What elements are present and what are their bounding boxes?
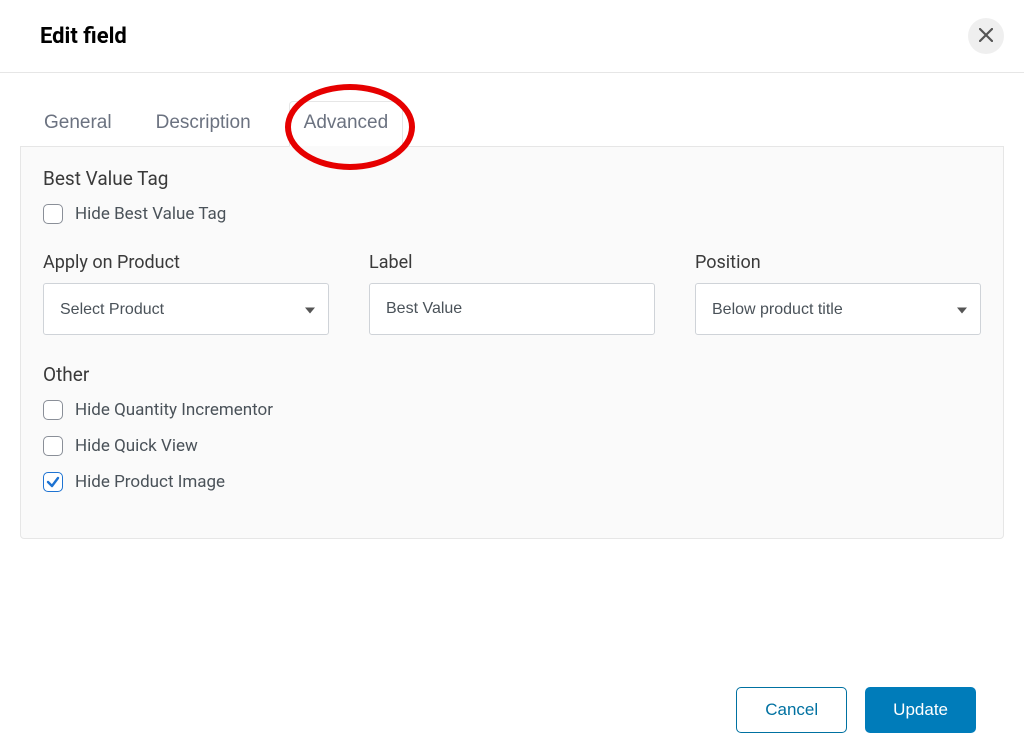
input-label[interactable] <box>369 283 655 335</box>
tab-general[interactable]: General <box>38 101 118 146</box>
section-title-best-value: Best Value Tag <box>43 167 981 190</box>
checkbox-label-hide-best-value: Hide Best Value Tag <box>75 204 226 224</box>
select-apply-on-product[interactable]: Select Product <box>43 283 329 335</box>
select-wrap-apply-on-product: Select Product <box>43 283 329 335</box>
checkbox-row-hide-product-image[interactable]: Hide Product Image <box>43 472 981 492</box>
checkbox-label-hide-quickview: Hide Quick View <box>75 436 198 456</box>
select-wrap-position: Below product title <box>695 283 981 335</box>
field-apply-on-product: Apply on Product Select Product <box>43 252 329 335</box>
modal-body: General Description Advanced Best Value … <box>0 73 1024 539</box>
label-apply-on-product: Apply on Product <box>43 252 329 273</box>
label-label-field: Label <box>369 252 655 273</box>
section-title-other: Other <box>43 363 981 386</box>
modal-header: Edit field <box>0 0 1024 73</box>
cancel-button[interactable]: Cancel <box>736 687 847 733</box>
form-row-fields: Apply on Product Select Product Label Po… <box>43 252 981 335</box>
checkbox-row-hide-quickview[interactable]: Hide Quick View <box>43 436 981 456</box>
checkbox-label-hide-product-image: Hide Product Image <box>75 472 225 492</box>
field-label: Label <box>369 252 655 335</box>
checkbox-hide-quickview[interactable] <box>43 436 63 456</box>
tab-panel-advanced: Best Value Tag Hide Best Value Tag Apply… <box>20 146 1004 539</box>
select-position[interactable]: Below product title <box>695 283 981 335</box>
modal-footer: Cancel Update <box>736 687 976 733</box>
tabbar: General Description Advanced <box>20 73 1004 146</box>
checkbox-label-hide-quantity: Hide Quantity Incrementor <box>75 400 273 420</box>
close-icon <box>979 26 993 47</box>
update-button[interactable]: Update <box>865 687 976 733</box>
label-position: Position <box>695 252 981 273</box>
checkbox-hide-best-value[interactable] <box>43 204 63 224</box>
modal-title: Edit field <box>40 24 127 49</box>
checkbox-hide-product-image[interactable] <box>43 472 63 492</box>
tab-advanced[interactable]: Advanced <box>289 101 404 147</box>
close-button[interactable] <box>968 18 1004 54</box>
tab-description[interactable]: Description <box>150 101 257 146</box>
checkbox-row-hide-best-value[interactable]: Hide Best Value Tag <box>43 204 981 224</box>
field-position: Position Below product title <box>695 252 981 335</box>
checkbox-row-hide-quantity[interactable]: Hide Quantity Incrementor <box>43 400 981 420</box>
checkbox-hide-quantity[interactable] <box>43 400 63 420</box>
